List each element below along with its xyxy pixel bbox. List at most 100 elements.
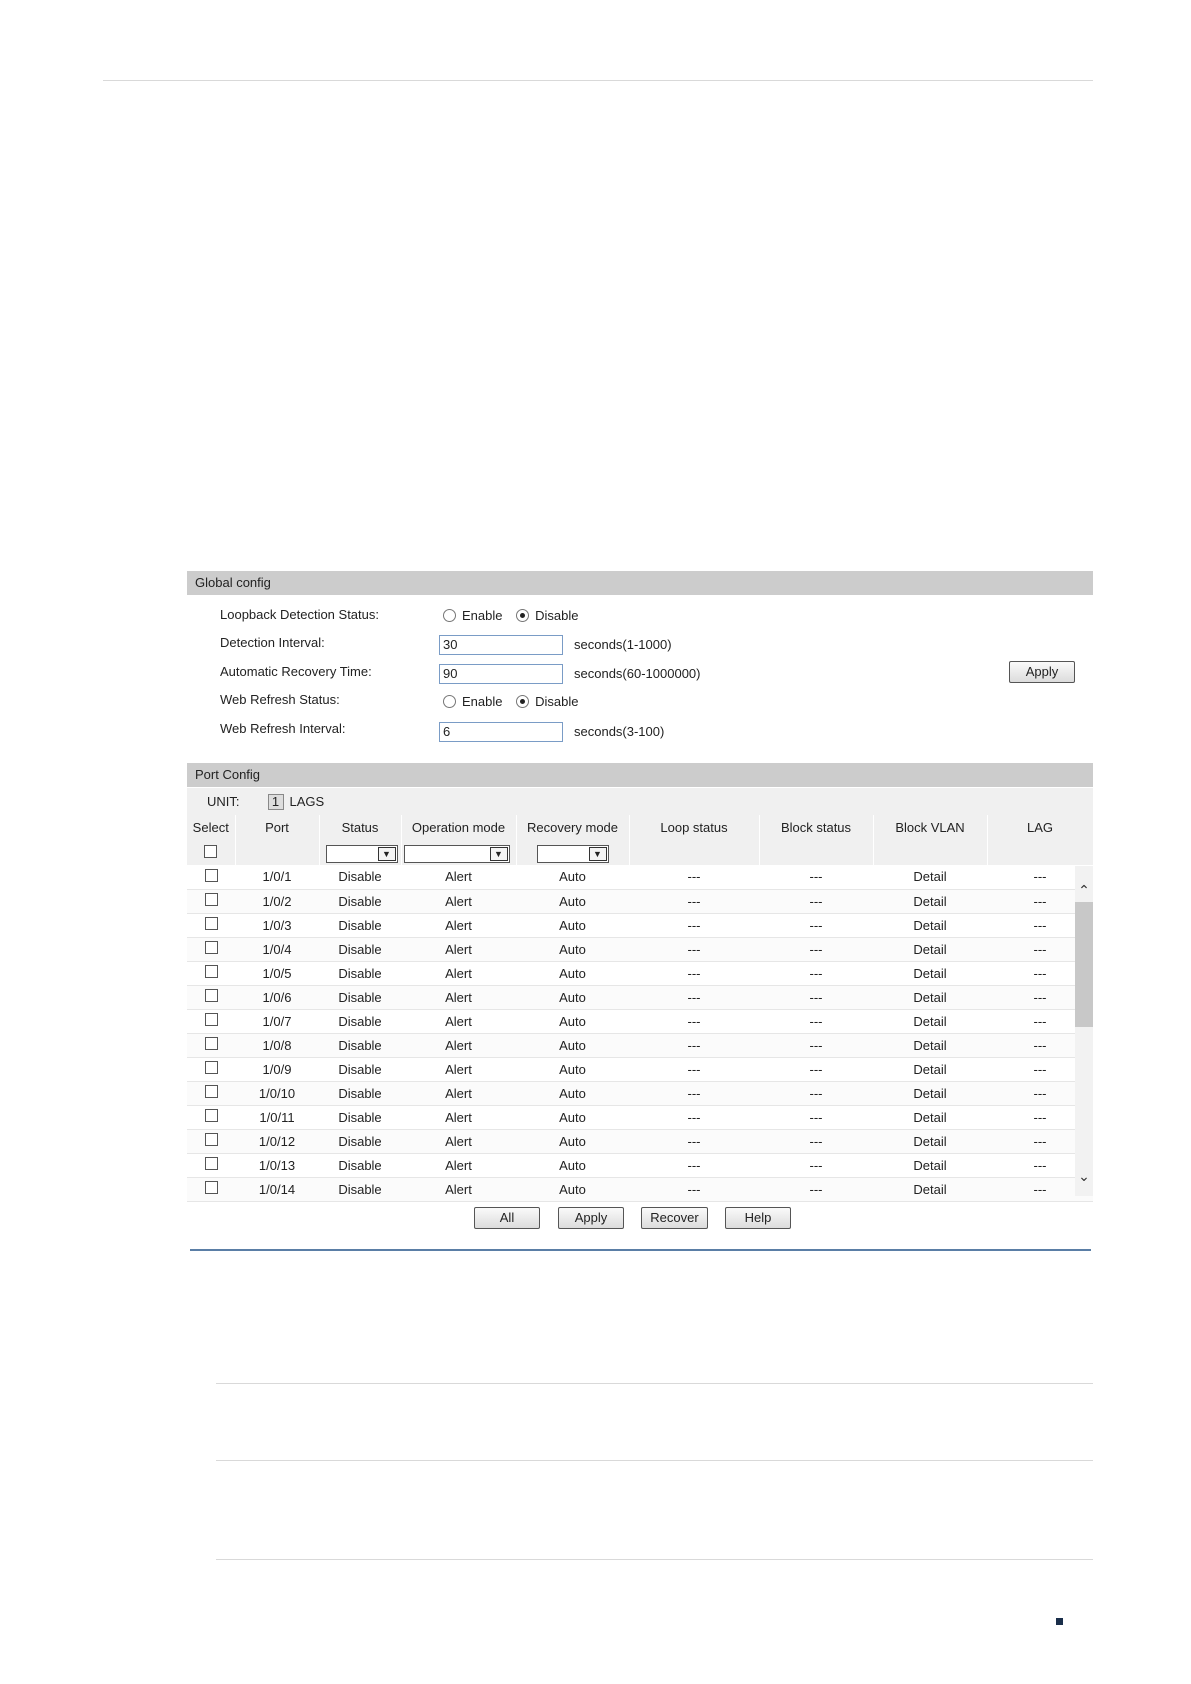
loopback-disable-label: Disable: [535, 608, 579, 623]
recovery-mode-cell: Auto: [516, 1009, 629, 1034]
table-row[interactable]: 1/0/1 Disable Alert Auto --- --- Detail ---: [187, 865, 1093, 890]
chevron-up-icon[interactable]: ⌃: [1075, 880, 1093, 900]
lags-link[interactable]: LAGS: [290, 794, 325, 809]
status-cell: Disable: [319, 961, 401, 986]
table-row[interactable]: 1/0/2 Disable Alert Auto --- --- Detail ---: [187, 889, 1093, 914]
block-vlan-link[interactable]: Detail: [873, 913, 987, 938]
recovery-mode-cell: Auto: [516, 1129, 629, 1154]
block-vlan-link[interactable]: Detail: [873, 1081, 987, 1106]
filter-block-status-cell: [759, 840, 874, 865]
port-apply-button[interactable]: Apply: [558, 1207, 624, 1229]
block-vlan-link[interactable]: Detail: [873, 1129, 987, 1154]
block-vlan-link[interactable]: Detail: [873, 889, 987, 914]
status-cell: Disable: [319, 1105, 401, 1130]
row-select-checkbox[interactable]: [204, 1109, 218, 1122]
table-row[interactable]: 1/0/12 Disable Alert Auto --- --- Detail ---: [187, 1129, 1093, 1154]
status-cell: Disable: [319, 913, 401, 938]
operation-mode-cell: Alert: [401, 913, 516, 938]
unit-1-selector[interactable]: 1: [267, 794, 284, 810]
block-vlan-link[interactable]: Detail: [873, 985, 987, 1010]
block-vlan-link[interactable]: Detail: [873, 1105, 987, 1130]
table-row[interactable]: 1/0/3 Disable Alert Auto --- --- Detail ---: [187, 913, 1093, 938]
automatic-recovery-time-input[interactable]: 90: [439, 664, 563, 684]
col-lag: LAG: [987, 815, 1094, 840]
recovery-mode-cell: Auto: [516, 1033, 629, 1058]
port-rows: 1/0/1 Disable Alert Auto --- --- Detail --- 1/0/…: [187, 865, 1093, 1202]
recovery-mode-cell: Auto: [516, 1057, 629, 1082]
recovery-mode-cell: Auto: [516, 1105, 629, 1130]
row-select-checkbox[interactable]: [204, 1013, 218, 1026]
block-vlan-link[interactable]: Detail: [873, 1177, 987, 1202]
web-refresh-enable-radio[interactable]: [443, 695, 456, 708]
table-row[interactable]: 1/0/8 Disable Alert Auto --- --- Detail ---: [187, 1033, 1093, 1058]
scrollbar-thumb[interactable]: [1075, 902, 1093, 1027]
filter-loop-status-cell: [629, 840, 760, 865]
block-vlan-link[interactable]: Detail: [873, 1153, 987, 1178]
port-cell: 1/0/8: [235, 1033, 319, 1058]
table-row[interactable]: 1/0/9 Disable Alert Auto --- --- Detail ---: [187, 1057, 1093, 1082]
port-cell: 1/0/11: [235, 1105, 319, 1130]
block-status-cell: ---: [759, 865, 873, 890]
row-select-checkbox[interactable]: [204, 917, 218, 930]
row-select-checkbox[interactable]: [204, 893, 218, 906]
col-status: Status: [319, 815, 402, 840]
block-vlan-link[interactable]: Detail: [873, 937, 987, 962]
row-select-checkbox[interactable]: [204, 989, 218, 1002]
status-cell: Disable: [319, 1153, 401, 1178]
loopback-disable-radio[interactable]: [516, 609, 530, 622]
operation-mode-filter-select[interactable]: ▼: [403, 845, 510, 863]
detection-interval-label: Detection Interval:: [220, 635, 325, 650]
table-row[interactable]: 1/0/7 Disable Alert Auto --- --- Detail ---: [187, 1009, 1093, 1034]
filter-recovery-mode-cell: ▼: [516, 840, 630, 865]
loopback-enable-radio[interactable]: [443, 609, 456, 622]
select-all-checkbox[interactable]: [204, 844, 218, 858]
select-cell: [187, 1057, 235, 1082]
table-row[interactable]: 1/0/11 Disable Alert Auto --- --- Detail ---: [187, 1105, 1093, 1130]
block-status-cell: ---: [759, 1177, 873, 1202]
col-select: Select: [187, 815, 236, 840]
help-button[interactable]: Help: [725, 1207, 791, 1229]
all-button[interactable]: All: [474, 1207, 540, 1229]
block-vlan-link[interactable]: Detail: [873, 961, 987, 986]
port-cell: 1/0/5: [235, 961, 319, 986]
row-select-checkbox[interactable]: [204, 1085, 218, 1098]
select-cell: [187, 1129, 235, 1154]
loop-status-cell: ---: [629, 985, 759, 1010]
block-vlan-link[interactable]: Detail: [873, 1009, 987, 1034]
table-row[interactable]: 1/0/4 Disable Alert Auto --- --- Detail ---: [187, 937, 1093, 962]
table-row[interactable]: 1/0/5 Disable Alert Auto --- --- Detail ---: [187, 961, 1093, 986]
dropdown-arrow-icon: ▼: [377, 847, 396, 861]
row-select-checkbox[interactable]: [204, 1181, 218, 1194]
port-cell: 1/0/12: [235, 1129, 319, 1154]
table-row[interactable]: 1/0/13 Disable Alert Auto --- --- Detail ---: [187, 1153, 1093, 1178]
row-select-checkbox[interactable]: [204, 1061, 218, 1074]
row-select-checkbox[interactable]: [204, 1157, 218, 1170]
loop-status-cell: ---: [629, 1105, 759, 1130]
recover-button[interactable]: Recover: [641, 1207, 708, 1229]
detection-interval-input[interactable]: 30: [439, 635, 563, 655]
row-select-checkbox[interactable]: [204, 941, 218, 954]
web-refresh-interval-input[interactable]: 6: [439, 722, 563, 742]
block-vlan-link[interactable]: Detail: [873, 1057, 987, 1082]
row-select-checkbox[interactable]: [204, 868, 218, 882]
global-apply-button[interactable]: Apply: [1009, 661, 1075, 683]
table-row[interactable]: 1/0/10 Disable Alert Auto --- --- Detail ---: [187, 1081, 1093, 1106]
port-cell: 1/0/1: [235, 865, 319, 890]
table-row[interactable]: 1/0/14 Disable Alert Auto --- --- Detail ---: [187, 1177, 1093, 1202]
filter-lag-cell: [987, 840, 1094, 865]
select-cell: [187, 865, 235, 890]
select-cell: [187, 1081, 235, 1106]
web-refresh-disable-radio[interactable]: [516, 695, 530, 708]
block-status-cell: ---: [759, 1033, 873, 1058]
status-filter-select[interactable]: ▼: [325, 845, 398, 863]
chevron-down-icon[interactable]: ⌄: [1075, 1166, 1093, 1186]
select-cell: [187, 913, 235, 938]
row-select-checkbox[interactable]: [204, 1133, 218, 1146]
table-scrollbar[interactable]: ⌃ ⌄: [1075, 866, 1093, 1196]
block-vlan-link[interactable]: Detail: [873, 1033, 987, 1058]
block-vlan-link[interactable]: Detail: [873, 865, 987, 890]
recovery-mode-filter-select[interactable]: ▼: [536, 845, 609, 863]
table-row[interactable]: 1/0/6 Disable Alert Auto --- --- Detail ---: [187, 985, 1093, 1010]
row-select-checkbox[interactable]: [204, 965, 218, 978]
row-select-checkbox[interactable]: [204, 1037, 218, 1050]
